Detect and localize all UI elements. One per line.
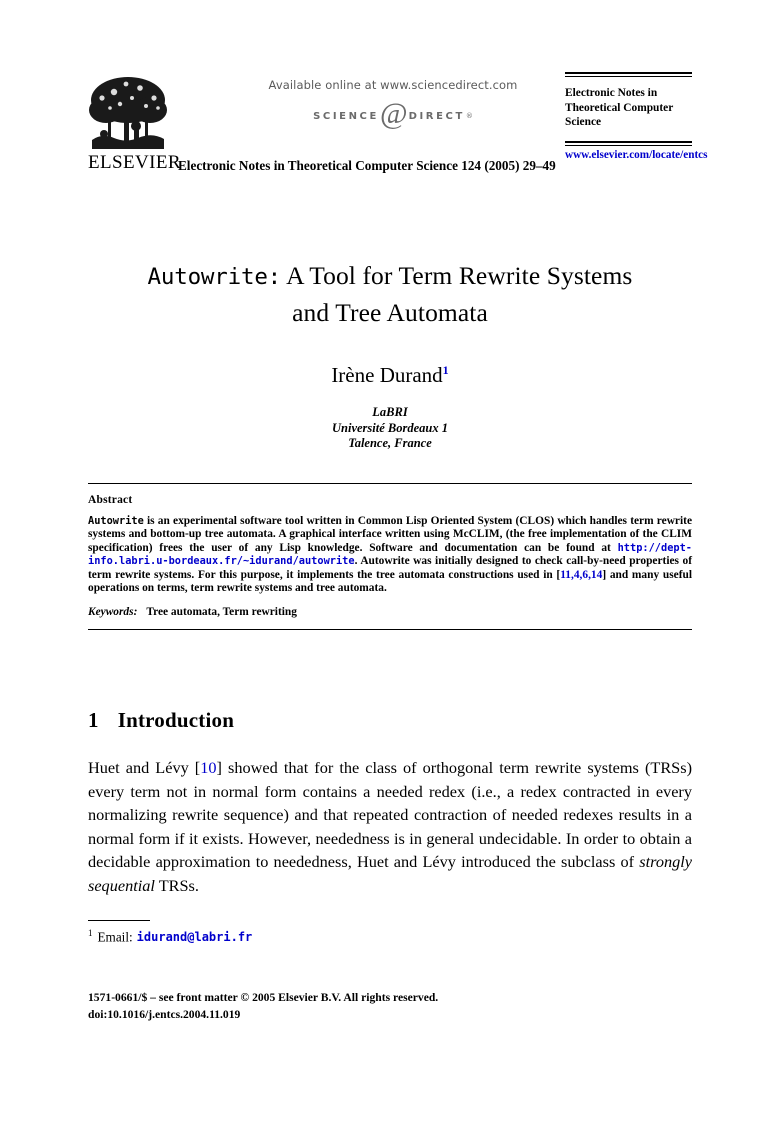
entcs-rule-bottom xyxy=(565,140,692,146)
keywords-line: Keywords: Tree automata, Term rewriting xyxy=(88,606,692,618)
abstract-citation-links[interactable]: 11,4,6,14 xyxy=(560,569,602,581)
section-title: Introduction xyxy=(117,708,235,732)
elsevier-tree-icon xyxy=(88,74,168,152)
keywords-value: Tree automata, Term rewriting xyxy=(146,606,297,619)
paragraph-text-a: Huet and Lévy [ xyxy=(88,758,201,777)
available-online-text: Available online at www.sciencedirect.co… xyxy=(268,78,518,92)
entcs-rule-top xyxy=(565,72,692,77)
title-block: Autowrite: A Tool for Term Rewrite Syste… xyxy=(88,258,692,331)
doi-line: doi:10.1016/j.entcs.2004.11.019 xyxy=(88,1007,241,1021)
sciencedirect-block: Available online at www.sciencedirect.co… xyxy=(198,78,588,131)
author-name: Irène Durand xyxy=(331,363,443,387)
elsevier-logo-block: ELSEVIER xyxy=(88,74,181,173)
abstract-body: Autowrite is an experimental software to… xyxy=(88,515,692,595)
keywords-label: Keywords: xyxy=(88,606,138,619)
paragraph-text-c: TRSs. xyxy=(154,875,199,895)
page-title: Autowrite: A Tool for Term Rewrite Syste… xyxy=(88,258,692,331)
section-heading: 1 Introduction xyxy=(88,708,234,733)
footnote-entry: 1 Email: idurand@labri.fr xyxy=(88,928,692,945)
abstract-rule-top xyxy=(88,483,692,484)
sciencedirect-logo-left: SCIENCE xyxy=(313,110,379,122)
registered-mark-icon: ® xyxy=(465,112,473,120)
paragraph-citation-link[interactable]: 10 xyxy=(200,758,216,777)
affiliation-line-1: LaBRI xyxy=(372,405,408,419)
affiliation: LaBRI Université Bordeaux 1 Talence, Fra… xyxy=(88,405,692,452)
footnote-number: 1 xyxy=(88,928,93,938)
affiliation-line-2: Université Bordeaux 1 xyxy=(332,420,448,435)
entcs-journal-title: Electronic Notes in Theoretical Computer… xyxy=(565,87,674,129)
journal-page: ELSEVIER Available online at www.science… xyxy=(0,0,780,1134)
sciencedirect-logo-right: DIRECT xyxy=(408,110,465,122)
section-number: 1 xyxy=(88,708,99,732)
masthead: ELSEVIER Available online at www.science… xyxy=(88,72,708,192)
footnote-label: Email: xyxy=(97,929,133,945)
abstract-section: Abstract Autowrite is an experimental so… xyxy=(88,483,692,631)
entcs-url-link[interactable]: www.elsevier.com/locate/entcs xyxy=(565,149,708,161)
at-sign-icon: @ xyxy=(379,97,408,130)
email-link[interactable]: idurand@labri.fr xyxy=(137,930,253,944)
author-block: Irène Durand1 LaBRI Université Bordeaux … xyxy=(88,357,692,452)
title-line2: and Tree Automata xyxy=(292,298,488,327)
entcs-banner: Electronic Notes in Theoretical Computer… xyxy=(565,72,708,161)
sciencedirect-logo: SCIENCE @ DIRECT ® xyxy=(198,97,588,131)
author-name-line: Irène Durand1 xyxy=(88,357,692,388)
author-footnote-marker[interactable]: 1 xyxy=(443,363,449,377)
abstract-text-1: is an experimental software tool written… xyxy=(88,515,692,554)
copyright-line: 1571-0661/$ – see front matter © 2005 El… xyxy=(88,991,439,1004)
elsevier-wordmark: ELSEVIER xyxy=(88,152,181,173)
abstract-heading: Abstract xyxy=(88,494,133,506)
title-rest-line1: A Tool for Term Rewrite Systems xyxy=(281,261,633,290)
title-mono-part: Autowrite: xyxy=(147,264,282,290)
footnote-section: 1 Email: idurand@labri.fr xyxy=(88,920,692,945)
page-footer: 1571-0661/$ – see front matter © 2005 El… xyxy=(88,990,692,1023)
abstract-tool-name: Autowrite xyxy=(88,515,144,527)
footnote-divider xyxy=(88,920,150,921)
affiliation-line-3: Talence, France xyxy=(348,436,432,450)
journal-citation-line: Electronic Notes in Theoretical Computer… xyxy=(178,158,556,173)
abstract-rule-bottom xyxy=(88,629,692,631)
introduction-paragraph: Huet and Lévy [10] showed that for the c… xyxy=(88,756,692,897)
